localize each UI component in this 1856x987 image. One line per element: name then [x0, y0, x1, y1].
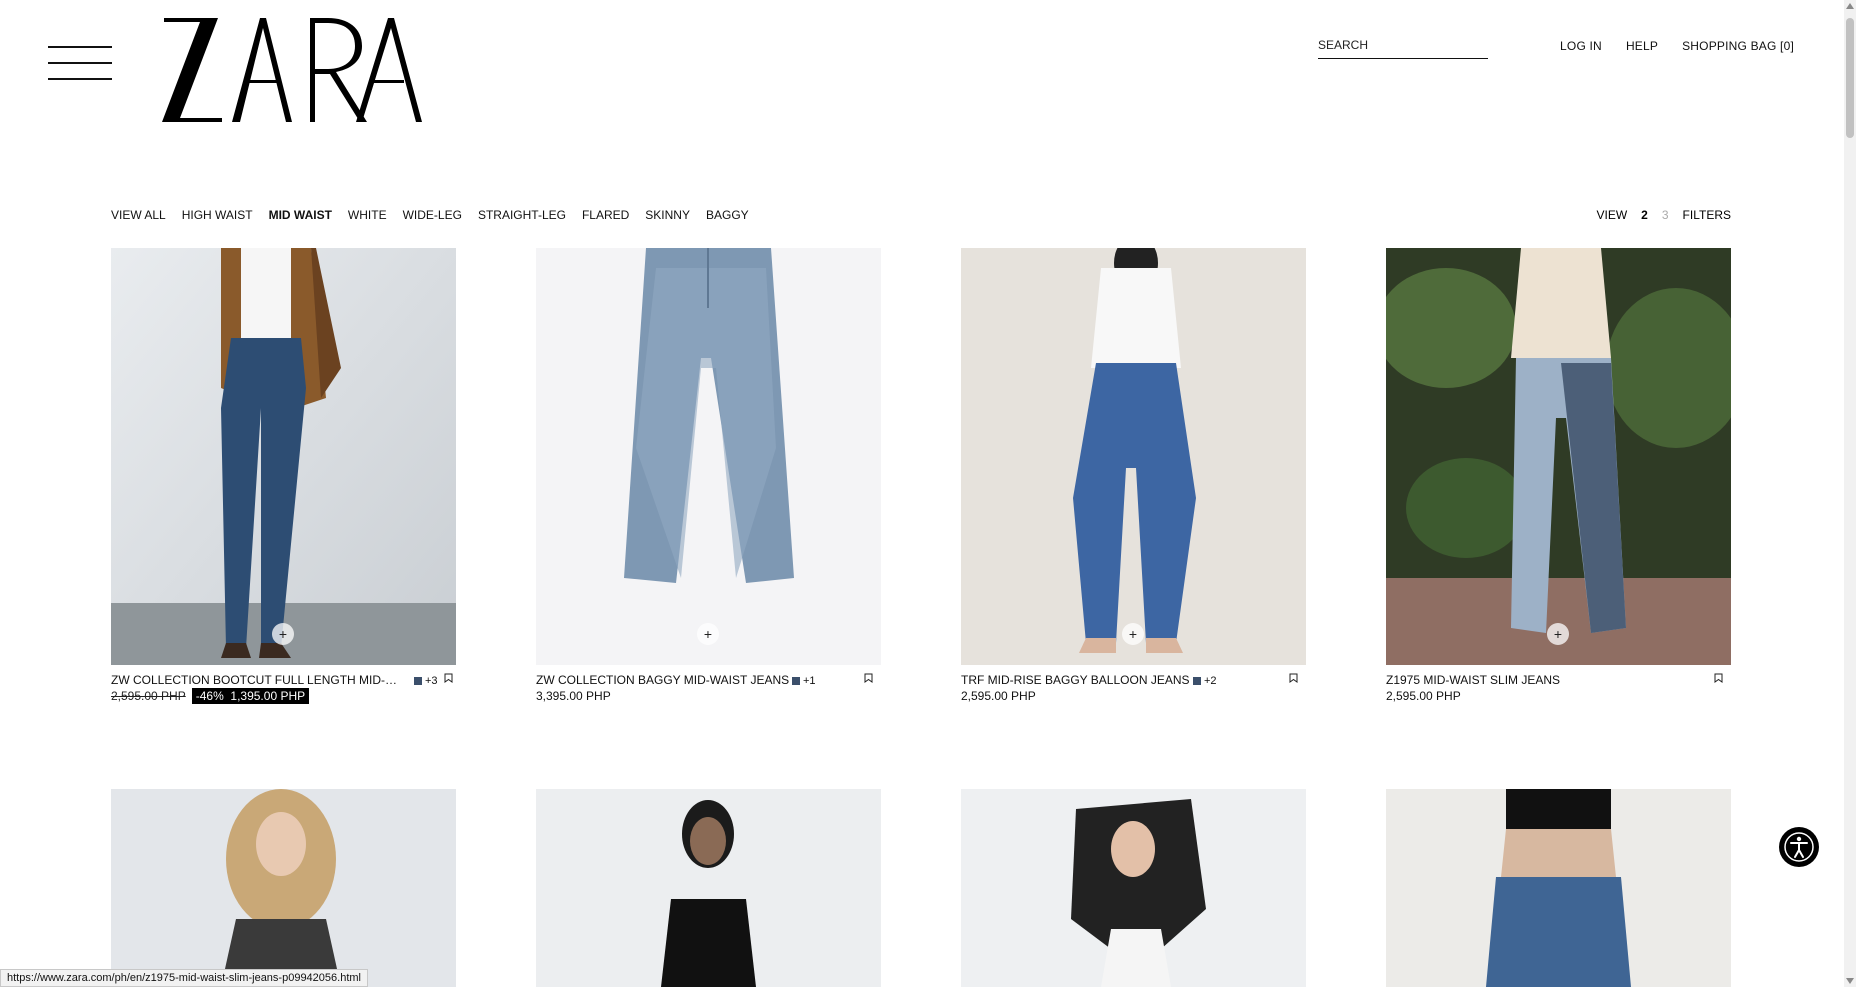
- product-name[interactable]: Z1975 MID-WAIST SLIM JEANS: [1386, 673, 1560, 687]
- swatch-color: [792, 677, 800, 685]
- more-colors-count: +2: [1204, 675, 1217, 687]
- login-link[interactable]: LOG IN: [1560, 39, 1602, 53]
- product-name[interactable]: ZW COLLECTION BAGGY MID-WAIST JEANS: [536, 673, 789, 687]
- add-to-bag-plus-icon[interactable]: +: [697, 623, 719, 645]
- color-swatch[interactable]: +3: [414, 675, 438, 687]
- category-view-all[interactable]: VIEW ALL: [111, 208, 166, 222]
- image-top-overlay: [111, 148, 456, 248]
- view-label: VIEW: [1596, 208, 1628, 222]
- search-field[interactable]: [1318, 36, 1488, 59]
- menu-line: [48, 78, 112, 80]
- product-image[interactable]: [1386, 789, 1731, 987]
- view-controls: VIEW 2 3 FILTERS: [1597, 208, 1732, 222]
- price-value: 2,595.00 PHP: [1386, 689, 1461, 703]
- product-meta: ZW COLLECTION BOOTCUT FULL LENGTH MID-W.…: [111, 673, 456, 689]
- accessibility-icon: [1784, 832, 1814, 862]
- bookmark-icon[interactable]: [1714, 673, 1723, 683]
- product-image[interactable]: +: [111, 248, 456, 665]
- product-card[interactable]: + Z1975 MID-WAIST SLIM JEANS 2,595.00 PH…: [1386, 248, 1731, 705]
- category-skinny[interactable]: SKINNY: [645, 208, 690, 222]
- scrollbar-thumb[interactable]: [1846, 18, 1854, 138]
- category-baggy[interactable]: BAGGY: [706, 208, 749, 222]
- original-price: 2,595.00 PHP: [111, 689, 186, 703]
- product-image[interactable]: [961, 789, 1306, 987]
- page-scrollbar[interactable]: [1844, 0, 1856, 987]
- scroll-up-arrow-icon[interactable]: [1846, 3, 1854, 9]
- product-image[interactable]: +: [536, 248, 881, 665]
- view-2-columns[interactable]: 2: [1641, 208, 1648, 222]
- bookmark-icon[interactable]: [1289, 673, 1298, 683]
- product-price: 2,595.00 PHP: [961, 689, 1306, 705]
- product-meta: ZW COLLECTION BAGGY MID-WAIST JEANS +1: [536, 673, 881, 689]
- search-input[interactable]: [1318, 36, 1488, 58]
- top-links: LOG IN HELP SHOPPING BAG [0]: [1560, 39, 1794, 53]
- add-to-bag-plus-icon[interactable]: +: [1547, 623, 1569, 645]
- product-card[interactable]: + ZW COLLECTION BAGGY MID-WAIST JEANS +1…: [536, 248, 881, 705]
- product-card[interactable]: [536, 789, 881, 987]
- product-card[interactable]: + ZW COLLECTION BOOTCUT FULL LENGTH MID-…: [111, 248, 456, 705]
- color-swatch[interactable]: +2: [1193, 675, 1217, 687]
- image-top-overlay: [1386, 148, 1731, 248]
- product-image[interactable]: [536, 789, 881, 987]
- product-meta: TRF MID-RISE BAGGY BALLOON JEANS +2: [961, 673, 1306, 689]
- menu-line: [48, 46, 112, 48]
- accessibility-button[interactable]: [1779, 827, 1819, 867]
- shopping-bag-link[interactable]: SHOPPING BAG [0]: [1682, 39, 1794, 53]
- product-card[interactable]: [961, 789, 1306, 987]
- product-name[interactable]: ZW COLLECTION BOOTCUT FULL LENGTH MID-W.…: [111, 673, 401, 687]
- product-name[interactable]: TRF MID-RISE BAGGY BALLOON JEANS: [961, 673, 1190, 687]
- category-white[interactable]: WHITE: [348, 208, 387, 222]
- category-straight-leg[interactable]: STRAIGHT-LEG: [478, 208, 566, 222]
- category-list: VIEW ALL HIGH WAIST MID WAIST WHITE WIDE…: [111, 208, 749, 222]
- menu-line: [48, 62, 112, 64]
- help-link[interactable]: HELP: [1626, 39, 1658, 53]
- more-colors-count: +3: [425, 675, 438, 687]
- zara-logo[interactable]: [160, 14, 424, 124]
- product-meta: Z1975 MID-WAIST SLIM JEANS: [1386, 673, 1731, 689]
- filters-button[interactable]: FILTERS: [1683, 208, 1731, 222]
- image-top-overlay: [536, 148, 881, 248]
- add-to-bag-plus-icon[interactable]: +: [1122, 623, 1144, 645]
- view-3-columns[interactable]: 3: [1662, 208, 1669, 222]
- add-to-bag-plus-icon[interactable]: +: [272, 623, 294, 645]
- product-image[interactable]: [111, 789, 456, 987]
- discount-percent: -46%: [195, 689, 224, 703]
- image-top-overlay: [961, 148, 1306, 248]
- color-swatch[interactable]: +1: [792, 675, 816, 687]
- product-price: 3,395.00 PHP: [536, 689, 881, 705]
- product-card[interactable]: [111, 789, 456, 987]
- category-high-waist[interactable]: HIGH WAIST: [182, 208, 253, 222]
- product-price: 2,595.00 PHP: [1386, 689, 1731, 705]
- category-wide-leg[interactable]: WIDE-LEG: [403, 208, 462, 222]
- category-flared[interactable]: FLARED: [582, 208, 629, 222]
- sale-badge: -46% 1,395.00 PHP: [191, 688, 310, 704]
- sale-price: 1,395.00 PHP: [230, 689, 306, 703]
- bookmark-icon[interactable]: [864, 673, 873, 683]
- scroll-down-arrow-icon[interactable]: [1846, 978, 1854, 984]
- category-mid-waist[interactable]: MID WAIST: [269, 208, 332, 222]
- product-image[interactable]: +: [1386, 248, 1731, 665]
- bookmark-icon[interactable]: [444, 673, 453, 683]
- price-value: 2,595.00 PHP: [961, 689, 1036, 703]
- more-colors-count: +1: [803, 675, 816, 687]
- swatch-color: [1193, 677, 1201, 685]
- product-card[interactable]: + TRF MID-RISE BAGGY BALLOON JEANS +2 2,…: [961, 248, 1306, 705]
- menu-hamburger-icon[interactable]: [48, 46, 112, 80]
- product-image[interactable]: +: [961, 248, 1306, 665]
- price-value: 3,395.00 PHP: [536, 689, 611, 703]
- product-card[interactable]: [1386, 789, 1731, 987]
- category-filter-bar: VIEW ALL HIGH WAIST MID WAIST WHITE WIDE…: [111, 208, 1731, 222]
- status-bar-url: https://www.zara.com/ph/en/z1975-mid-wai…: [0, 969, 368, 987]
- product-price: 2,595.00 PHP -46% 1,395.00 PHP: [111, 688, 456, 705]
- swatch-color: [414, 677, 422, 685]
